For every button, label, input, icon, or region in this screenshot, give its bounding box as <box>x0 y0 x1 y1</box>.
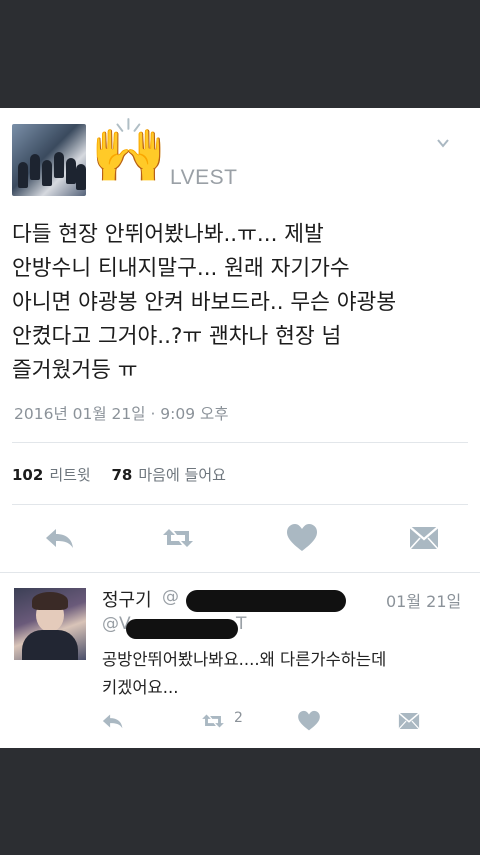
reply-retweet-count: 2 <box>234 710 243 726</box>
author-avatar[interactable] <box>12 124 86 196</box>
envelope-icon[interactable] <box>406 520 442 556</box>
chevron-down-icon[interactable] <box>436 136 450 150</box>
tweet-text-line: 즐거웠거등 ㅠ <box>12 358 138 383</box>
tweet-text-line: 안켰다고 그거야..?ㅠ 괜차나 현장 넘 <box>12 324 342 349</box>
reply-avatar[interactable] <box>14 588 86 660</box>
reply-to-suffix[interactable]: T <box>236 614 246 634</box>
tweet-timestamp[interactable]: 2016년 01월 21일 · 9:09 오후 <box>14 402 229 424</box>
author-handle[interactable]: LVEST <box>170 166 237 190</box>
reply-author-at: @ <box>162 587 179 607</box>
divider <box>12 504 468 505</box>
raised-hands-emoji: 🙌 <box>90 114 168 187</box>
reply-text-line: 키겠어요... <box>102 678 179 697</box>
reply-text-line: 공방안뛰어봤나봐요....왜 다른가수하는데 <box>102 650 387 669</box>
tweet-text: 다들 현장 안뛰어봤나봐..ㅠ... 제발 안방수니 티내지말구... 원래 자… <box>12 218 472 388</box>
divider <box>12 442 468 443</box>
tweet-text-line: 아니면 야광봉 안켜 바보드라.. 무슨 야광봉 <box>12 290 397 315</box>
divider <box>0 572 480 573</box>
tweet-text-line: 다들 현장 안뛰어봤나봐..ㅠ... 제발 <box>12 222 324 247</box>
retweet-icon[interactable] <box>200 708 226 734</box>
like-count[interactable]: 78 <box>112 466 133 484</box>
heart-icon[interactable] <box>284 520 320 556</box>
reply-date[interactable]: 01월 21일 <box>386 588 461 612</box>
retweet-count[interactable]: 102 <box>12 466 43 484</box>
heart-icon[interactable] <box>296 708 322 734</box>
reply-icon[interactable] <box>42 520 78 556</box>
redaction-bar <box>186 590 346 612</box>
redaction-bar <box>126 619 238 639</box>
reply-icon[interactable] <box>100 708 126 734</box>
retweet-label[interactable]: 리트윗 <box>49 466 90 484</box>
tweet-text-line: 안방수니 티내지말구... 원래 자기가수 <box>12 256 350 281</box>
tweet-action-bar <box>0 520 480 556</box>
reply-author-name[interactable]: 정구기 <box>102 586 152 612</box>
retweet-icon[interactable] <box>160 520 196 556</box>
reply-text: 공방안뛰어봤나봐요....왜 다른가수하는데 키겠어요... <box>102 646 386 702</box>
envelope-icon[interactable] <box>396 708 422 734</box>
tweet-stats: 102 리트윗 78 마음에 들어요 <box>12 464 226 485</box>
like-label[interactable]: 마음에 들어요 <box>138 466 226 484</box>
